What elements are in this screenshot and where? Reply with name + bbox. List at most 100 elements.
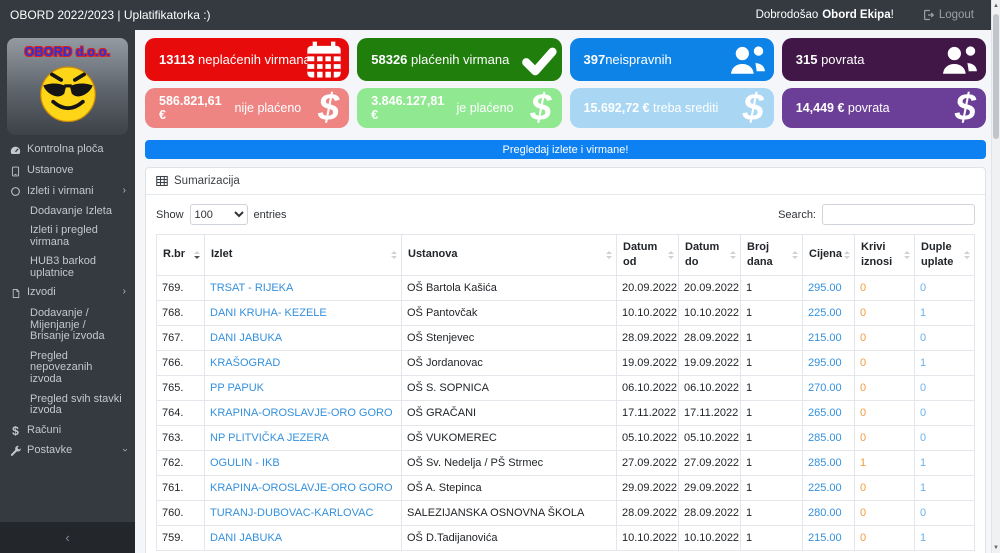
cijena-link[interactable]: 285.00 <box>808 432 842 444</box>
sidebar-item-kontrolna-ploca[interactable]: Kontrolna ploča <box>0 140 135 161</box>
table-controls: Show 100 entries Search: <box>156 204 975 225</box>
cell-datum-do: 10.10.2022 <box>679 300 741 325</box>
cell-rbr: 764. <box>157 400 205 425</box>
cijena-link[interactable]: 285.00 <box>808 457 842 469</box>
sidebar-collapse-button[interactable]: ‹ <box>0 522 135 553</box>
cijena-link[interactable]: 295.00 <box>808 282 842 294</box>
page-scrollbar[interactable]: ▲ ▼ <box>991 0 1000 553</box>
cell-datum-do: 06.10.2022 <box>679 375 741 400</box>
krivi-link[interactable]: 0 <box>860 357 866 369</box>
stat-card-unpaid-count: 13113 neplaćenih virmana <box>145 38 349 81</box>
column-header-izlet[interactable]: Izlet <box>205 235 402 276</box>
column-header-krivi-iznosi[interactable]: Krivi iznosi <box>855 235 915 276</box>
sidebar-item-racuni[interactable]: $Računi <box>0 421 135 442</box>
search-label: Search: <box>778 209 816 221</box>
column-header-duple-uplate[interactable]: Duple uplate <box>915 235 975 276</box>
duple-link[interactable]: 1 <box>920 307 926 319</box>
page-size-select[interactable]: 100 <box>190 204 248 225</box>
column-header-datum-do[interactable]: Datum do <box>679 235 741 276</box>
brand-logo[interactable]: OBORD d.o.o. <box>7 38 128 135</box>
column-header-rbr[interactable]: R.br <box>157 235 205 276</box>
cell-datum-od: 06.10.2022 <box>617 375 679 400</box>
izlet-link[interactable]: DANI JABUKA <box>210 532 282 544</box>
duple-link[interactable]: 0 <box>920 407 926 419</box>
sidebar-menu: Kontrolna ploča Ustanove Izleti i virman… <box>0 140 135 461</box>
cijena-link[interactable]: 295.00 <box>808 357 842 369</box>
column-header-datum-od[interactable]: Datum od <box>617 235 679 276</box>
duple-link[interactable]: 1 <box>920 532 926 544</box>
cell-datum-od: 29.09.2022 <box>617 475 679 500</box>
cijena-link[interactable]: 215.00 <box>808 532 842 544</box>
column-header-ustanova[interactable]: Ustanova <box>402 235 617 276</box>
krivi-link[interactable]: 0 <box>860 332 866 344</box>
sidebar-item-izleti-i-virmani[interactable]: Izleti i virmani › <box>0 182 135 202</box>
sidebar-item-izvodi[interactable]: Izvodi › <box>0 283 135 304</box>
cijena-link[interactable]: 225.00 <box>808 307 842 319</box>
duple-link[interactable]: 0 <box>920 282 926 294</box>
duple-link[interactable]: 0 <box>920 332 926 344</box>
krivi-link[interactable]: 0 <box>860 507 866 519</box>
sidebar-item-hub3-barkod-uplatnice[interactable]: HUB3 barkod uplatnice <box>0 252 135 283</box>
izlet-link[interactable]: KRAPINA-OROSLAVJE-ORO GORO <box>210 482 393 494</box>
sidebar-item-dodavanje-mijenjanje-brisanje-izvoda[interactable]: Dodavanje / Mijenjanje / Brisanje izvoda <box>0 304 135 347</box>
cijena-link[interactable]: 215.00 <box>808 332 842 344</box>
duple-link[interactable]: 1 <box>920 482 926 494</box>
krivi-link[interactable]: 0 <box>860 432 866 444</box>
column-header-cijena[interactable]: Cijena <box>803 235 855 276</box>
cell-ustanova: OŠ Sv. Nedelja / PŠ Strmec <box>402 450 617 475</box>
cijena-link[interactable]: 270.00 <box>808 382 842 394</box>
sidebar-item-pregled-svih-stavki-izvoda[interactable]: Pregled svih stavki izvoda <box>0 390 135 421</box>
izlet-link[interactable]: TURANJ-DUBOVAC-KARLOVAC <box>210 507 373 519</box>
izlet-link[interactable]: DANI KRUHA- KEZELE <box>210 307 327 319</box>
izlet-link[interactable]: DANI JABUKA <box>210 332 282 344</box>
stat-label: povrata <box>817 52 864 67</box>
app-title: OBORD 2022/2023 | Uplatifikatorka :) <box>10 8 211 22</box>
view-trips-button[interactable]: Pregledaj izlete i virmane! <box>145 140 986 159</box>
table-row: 763. NP PLITVIČKA JEZERA OŠ VUKOMEREC 05… <box>157 425 975 450</box>
duple-link[interactable]: 0 <box>920 432 926 444</box>
cell-ustanova: OŠ S. SOPNICA <box>402 375 617 400</box>
scroll-up-button[interactable]: ▲ <box>992 0 1000 11</box>
duple-link[interactable]: 1 <box>920 457 926 469</box>
sidebar-item-pregled-nepovezanih-izvoda[interactable]: Pregled nepovezanih izvoda <box>0 347 135 390</box>
sidebar-item-ustanove[interactable]: Ustanove <box>0 161 135 182</box>
cell-datum-do: 27.09.2022 <box>679 450 741 475</box>
krivi-link[interactable]: 1 <box>860 457 866 469</box>
scrollbar-thumb[interactable] <box>993 14 999 139</box>
izlet-link[interactable]: PP PAPUK <box>210 382 264 394</box>
krivi-link[interactable]: 0 <box>860 482 866 494</box>
krivi-link[interactable]: 0 <box>860 532 866 544</box>
izlet-link[interactable]: TRSAT - RIJEKA <box>210 282 293 294</box>
cell-duple-uplate: 0 <box>915 375 975 400</box>
izlet-link[interactable]: NP PLITVIČKA JEZERA <box>210 432 329 444</box>
logout-icon <box>922 9 934 21</box>
check-icon <box>521 42 557 78</box>
logout-button[interactable]: Logout <box>922 9 974 21</box>
sidebar-item-izleti-i-pregled-virmana[interactable]: Izleti i pregled virmana <box>0 221 135 252</box>
izlet-link[interactable]: KRAŠOGRAD <box>210 357 280 369</box>
krivi-link[interactable]: 0 <box>860 282 866 294</box>
table-row: 764. KRAPINA-OROSLAVJE-ORO GORO OŠ GRAČA… <box>157 400 975 425</box>
stat-label: neplaćenih virmana <box>194 52 310 67</box>
cell-ustanova: OŠ Stenjevec <box>402 325 617 350</box>
stat-card-paid-count: 58326 plaćenih virmana <box>357 38 561 81</box>
cell-cijena: 225.00 <box>803 300 855 325</box>
column-header-broj-dana[interactable]: Broj dana <box>741 235 803 276</box>
krivi-link[interactable]: 0 <box>860 382 866 394</box>
krivi-link[interactable]: 0 <box>860 307 866 319</box>
cijena-link[interactable]: 225.00 <box>808 482 842 494</box>
cell-duple-uplate: 0 <box>915 400 975 425</box>
izlet-link[interactable]: KRAPINA-OROSLAVJE-ORO GORO <box>210 407 393 419</box>
sidebar-item-postavke[interactable]: Postavke › <box>0 441 135 461</box>
cijena-link[interactable]: 265.00 <box>808 407 842 419</box>
izlet-link[interactable]: OGULIN - IKB <box>210 457 280 469</box>
duple-link[interactable]: 0 <box>920 507 926 519</box>
duple-link[interactable]: 0 <box>920 382 926 394</box>
scroll-down-button[interactable]: ▼ <box>992 542 1000 553</box>
cijena-link[interactable]: 280.00 <box>808 507 842 519</box>
search-input[interactable] <box>822 204 975 225</box>
cell-broj-dana: 1 <box>741 525 803 550</box>
krivi-link[interactable]: 0 <box>860 407 866 419</box>
duple-link[interactable]: 1 <box>920 357 926 369</box>
sidebar-item-dodavanje-izleta[interactable]: Dodavanje Izleta <box>0 202 135 222</box>
